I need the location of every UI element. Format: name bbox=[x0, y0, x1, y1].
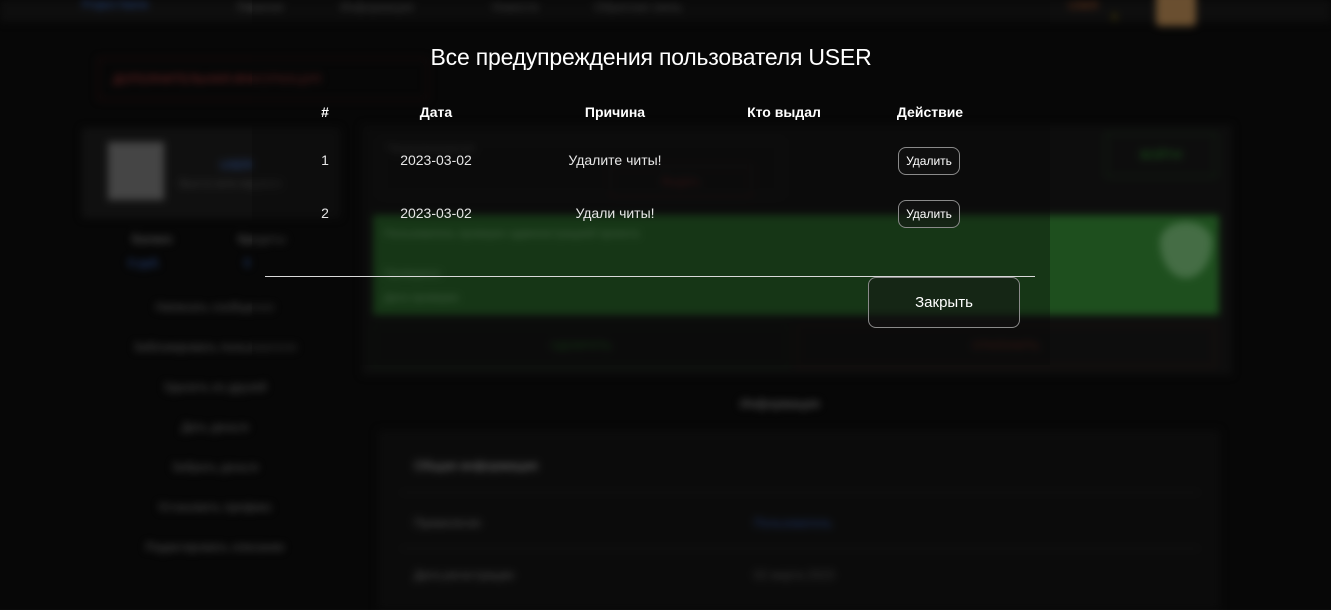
row-date: 2023-03-02 bbox=[400, 205, 472, 221]
row-number: 1 bbox=[321, 152, 329, 168]
column-header-date: Дата bbox=[419, 104, 453, 120]
warnings-modal: Все предупреждения пользователя USER # Д… bbox=[252, 0, 1050, 365]
close-button[interactable]: Закрыть bbox=[868, 277, 1020, 328]
row-number: 2 bbox=[321, 205, 329, 221]
column-header-reason: Причина bbox=[584, 104, 646, 120]
column-header-issuer: Кто выдал bbox=[747, 104, 821, 120]
modal-title: Все предупреждения пользователя USER bbox=[430, 44, 872, 70]
row-reason: Удалите читы! bbox=[568, 152, 662, 168]
delete-warning-button[interactable]: Удалить bbox=[898, 147, 960, 175]
column-header-action: Действие bbox=[896, 104, 964, 120]
delete-warning-button[interactable]: Удалить bbox=[898, 200, 960, 228]
row-date: 2023-03-02 bbox=[400, 152, 472, 168]
column-header-number: # bbox=[321, 104, 329, 120]
row-reason: Удали читы! bbox=[575, 205, 655, 221]
